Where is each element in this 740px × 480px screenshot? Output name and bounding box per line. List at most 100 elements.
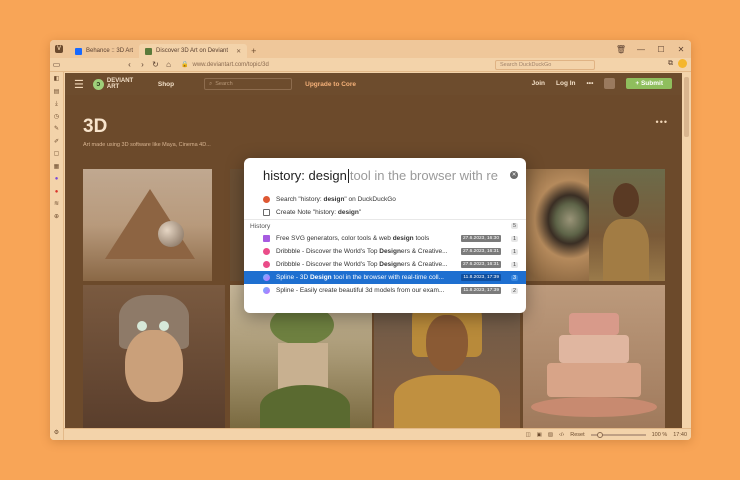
back-button[interactable]: ‹ (123, 60, 136, 69)
dribbble-favicon-icon (263, 248, 270, 255)
status-bar: ◫ ▣ ▨ ‹/› Reset 100 % 17:40 (64, 428, 691, 440)
page-description: Art made using 3D software like Maya, Ci… (83, 142, 211, 148)
quick-commands-input[interactable]: history: design tool in the browser with… (244, 158, 526, 193)
action-text-bold: design (337, 209, 359, 216)
history-item-title: Spline - Easily create beautiful 3d mode… (276, 287, 466, 294)
reading-list-icon[interactable]: ▤ (53, 88, 61, 96)
forward-button[interactable]: › (136, 60, 149, 69)
history-item[interactable]: Spline - Easily create beautiful 3d mode… (244, 284, 526, 297)
artwork-candy-cake[interactable] (523, 285, 665, 428)
artwork-shape (159, 321, 169, 331)
zoom-level: 100 % (651, 431, 668, 438)
settings-icon[interactable]: ⚙ (53, 429, 61, 437)
avatar[interactable] (604, 78, 616, 89)
search-duckduckgo-action[interactable]: Search "history: design" on DuckDuckGo (244, 193, 526, 206)
scrollbar-thumb[interactable] (684, 77, 689, 137)
bookmarks-icon[interactable]: ◧ (53, 75, 61, 83)
artwork-cyborg-girl[interactable] (83, 285, 225, 428)
artwork-shape (105, 189, 195, 259)
history-item-selected[interactable]: Spline - 3D Design tool in the browser w… (244, 271, 526, 284)
history-item[interactable]: Free SVG generators, color tools & web d… (244, 232, 526, 245)
trash-icon[interactable]: 🗑 (611, 45, 631, 54)
page-actions-icon[interactable]: ‹/› (559, 432, 564, 438)
more-menu-button[interactable]: ••• (587, 80, 594, 87)
title-post: tool in the browser with real-time coll.… (331, 274, 444, 281)
vivaldi-menu-icon[interactable]: V (55, 45, 63, 53)
calendar-icon[interactable]: ▦ (53, 163, 61, 171)
visit-count-badge: 1 (510, 235, 518, 242)
artwork-desert-pyramid[interactable] (83, 169, 212, 281)
window-panel-icon[interactable]: ▢ (53, 150, 61, 158)
title-bold: Design (379, 261, 401, 268)
history-item-title: Dribbble - Discover the World's Top Desi… (276, 248, 466, 255)
history-icon[interactable]: ◷ (53, 113, 61, 121)
visit-count-badge: 1 (510, 261, 518, 268)
translate-icon[interactable]: ✐ (53, 138, 61, 146)
artwork-shape (260, 385, 350, 428)
shop-link[interactable]: Shop (158, 81, 174, 88)
page-options-button[interactable]: ••• (656, 117, 668, 127)
upgrade-link[interactable]: Upgrade to Core (305, 81, 356, 88)
page-title: 3D (83, 116, 108, 137)
dribbble-favicon-icon (263, 261, 270, 268)
close-window-button[interactable]: ✕ (671, 45, 691, 54)
capture-icon[interactable]: ◫ (525, 432, 530, 438)
artwork-shape (613, 183, 639, 217)
extensions-icon[interactable]: ⧉ (668, 60, 673, 68)
zoom-slider[interactable] (590, 431, 646, 438)
clock: 17:40 (673, 431, 687, 438)
tab-behance[interactable]: Behance :: 3D Art (69, 44, 139, 58)
quick-commands-popup: history: design tool in the browser with… (244, 158, 526, 313)
artwork-warrior-woman[interactable] (589, 169, 665, 281)
page-scrollbar[interactable] (682, 73, 691, 428)
reload-button[interactable]: ↻ (149, 60, 162, 69)
zoom-slider-knob[interactable] (596, 431, 603, 438)
url-field[interactable]: 🔒 www.deviantart.com/topic/3d (181, 59, 421, 70)
hamburger-menu-icon[interactable]: ☰ (74, 78, 84, 91)
images-icon[interactable]: ▨ (548, 432, 553, 438)
title-post: ers & Creative... (400, 248, 448, 255)
notes-icon[interactable]: ✎ (53, 125, 61, 133)
web-search-field[interactable]: Search DuckDuckGo (495, 60, 595, 70)
feed-icon[interactable]: ≋ (53, 200, 61, 208)
site-search-input[interactable]: ⌕ Search (204, 78, 293, 90)
create-note-action[interactable]: Create Note "history: design" (244, 206, 526, 219)
action-text-pre: Create Note "history: (276, 209, 338, 216)
artwork-shape (125, 330, 183, 402)
title-pre: Spline - Easily create beautiful 3d mode… (276, 287, 445, 294)
history-item-title: Free SVG generators, color tools & web d… (276, 235, 466, 242)
zoom-reset-button[interactable]: Reset (570, 432, 584, 438)
visit-count-badge: 2 (510, 287, 518, 294)
artwork-shape (559, 335, 629, 363)
new-tab-button[interactable]: + (251, 46, 256, 56)
history-item[interactable]: Dribbble - Discover the World's Top Desi… (244, 245, 526, 258)
site-header: ☰ ↄ DEVIANT ART Shop ⌕ Search Upgrade to… (65, 73, 682, 95)
clear-input-icon[interactable]: ✕ (510, 171, 518, 179)
deviantart-logo-icon: ↄ (92, 78, 104, 90)
tiling-icon[interactable]: ▣ (537, 432, 542, 438)
minimize-button[interactable]: — (631, 45, 651, 54)
add-panel-icon[interactable]: ⊕ (53, 213, 61, 221)
title-pre: Dribbble - Discover the World's Top (276, 261, 380, 268)
logo-text: DEVIANT ART (106, 78, 134, 90)
lock-icon: 🔒 (181, 62, 189, 68)
downloads-icon[interactable]: ⤓ (53, 100, 61, 108)
history-item-date: 27.6.2023, 16:31 (460, 261, 501, 268)
close-tab-icon[interactable]: ✕ (236, 48, 241, 55)
mastodon-icon[interactable]: ● (53, 175, 61, 183)
submit-button[interactable]: + Submit (626, 78, 672, 89)
tab-label: Discover 3D Art on Deviant (156, 48, 229, 54)
panel-toggle-icon[interactable]: ▭ (50, 60, 63, 69)
tab-deviantart[interactable]: Discover 3D Art on Deviant ✕ (139, 44, 248, 58)
vivaldi-social-icon[interactable]: ● (53, 188, 61, 196)
join-link[interactable]: Join (532, 80, 545, 87)
action-text-bold: design (323, 196, 345, 203)
history-item[interactable]: Dribbble - Discover the World's Top Desi… (244, 258, 526, 271)
profile-icon[interactable] (678, 59, 687, 68)
login-link[interactable]: Log In (556, 80, 576, 87)
home-button[interactable]: ⌂ (162, 60, 175, 69)
deviantart-logo[interactable]: ↄ DEVIANT ART (92, 78, 134, 90)
maximize-button[interactable]: ☐ (651, 45, 671, 54)
search-icon: ⌕ (209, 80, 213, 87)
toolbar-right: ⧉ (668, 59, 687, 68)
